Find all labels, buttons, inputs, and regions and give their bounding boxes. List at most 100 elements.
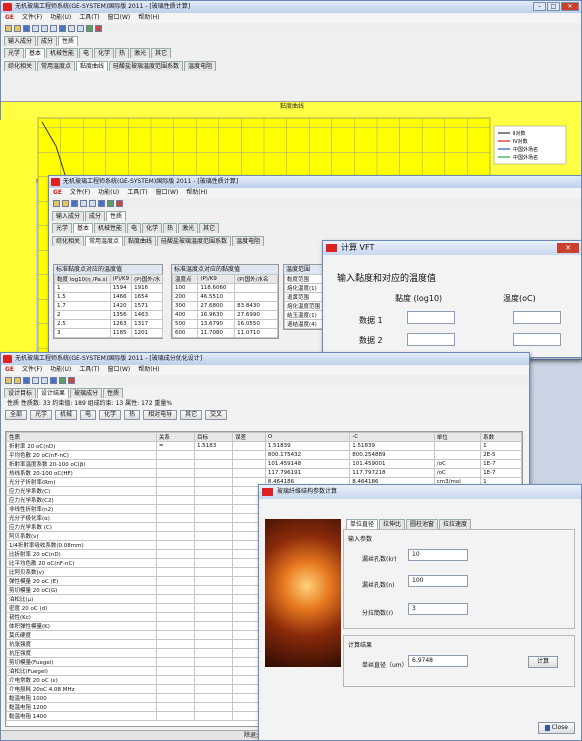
filter-thermal-button[interactable]: 热 <box>124 410 141 420</box>
menu-help[interactable]: 帮助(H) <box>138 365 159 375</box>
menu-help[interactable]: 帮助(H) <box>186 188 207 198</box>
menu-tools[interactable]: 工具(T) <box>79 13 99 23</box>
tab-basic[interactable]: 基本 <box>25 48 46 58</box>
tab-mechanical[interactable]: 机械性能 <box>94 223 127 233</box>
tab-draw-speed[interactable]: 拉拉速度 <box>439 519 472 529</box>
open-folder-icon[interactable] <box>14 377 21 384</box>
filter-chemical-button[interactable]: 化学 <box>99 410 122 420</box>
tab-properties[interactable]: 性质 <box>106 211 127 221</box>
tab-properties[interactable]: 性质 <box>58 36 79 46</box>
column-header[interactable]: 目标 <box>193 432 234 442</box>
menu-function[interactable]: 功能(U) <box>50 13 71 23</box>
tab-chemical[interactable]: 化学 <box>94 48 115 58</box>
holes-kr-input[interactable]: 10 <box>408 549 468 561</box>
tab-input-composition[interactable]: 输入成分 <box>52 211 85 221</box>
menu-file[interactable]: 文件(F) <box>22 13 42 23</box>
tab-thermal[interactable]: 热 <box>115 48 130 58</box>
viscosity-row[interactable]: 1.7 1420 1571 <box>54 301 164 311</box>
column-header[interactable]: 温度点 <box>171 274 199 284</box>
column-header[interactable]: -C <box>349 432 435 442</box>
vft-temperature-2-input[interactable] <box>513 333 561 346</box>
temperature-row[interactable]: 300 27.6800 83.8430 <box>171 301 278 311</box>
column-header[interactable]: 性质 <box>6 432 157 442</box>
close-icon[interactable]: ✕ <box>561 2 579 11</box>
range-row[interactable]: 退结温度(4) <box>283 319 324 329</box>
tab-cylinder-window[interactable]: 圆柱池窗 <box>406 519 439 529</box>
menu-file[interactable]: 文件(F) <box>70 188 90 198</box>
menu-window[interactable]: 窗口(W) <box>108 13 131 23</box>
tab-design-target[interactable]: 设计目标 <box>4 388 37 398</box>
tab-composition[interactable]: 成分 <box>37 36 58 46</box>
menu-tools[interactable]: 工具(T) <box>79 365 99 375</box>
subtab-resistance[interactable]: 温度电阻 <box>232 236 265 246</box>
new-file-icon[interactable] <box>5 25 12 32</box>
tab-optics[interactable]: 光学 <box>52 223 73 233</box>
table-row[interactable]: 折射率 20 oC(nD) = 1.5183 1.51839 1.51839 1 <box>6 441 522 451</box>
filter-optics-button[interactable]: 光学 <box>30 410 53 420</box>
tab-mechanical[interactable]: 机械性能 <box>46 48 79 58</box>
globe-icon[interactable] <box>59 377 66 384</box>
column-header[interactable]: 系数 <box>480 432 522 442</box>
holes-n-input[interactable]: 100 <box>408 575 468 587</box>
vft-temperature-1-input[interactable] <box>513 311 561 324</box>
column-header[interactable]: (P)国外/水 <box>131 274 164 284</box>
tab-properties[interactable]: 性质 <box>103 388 124 398</box>
temperature-row[interactable]: 600 11.7080 11.0710 <box>171 328 278 338</box>
table-row[interactable]: 热线系数 20-100 oC(HF) 117.796191 117.797218/o… <box>6 468 522 478</box>
viscosity-row[interactable]: 2 1356 1463 <box>54 310 164 320</box>
filter-electric-button[interactable]: 电 <box>80 410 97 420</box>
subtab-resistance[interactable]: 温度电阻 <box>184 61 217 71</box>
chart-icon[interactable] <box>59 25 66 32</box>
save-icon[interactable] <box>23 377 30 384</box>
new-file-icon[interactable] <box>5 377 12 384</box>
save-icon[interactable] <box>23 25 30 32</box>
open-folder-icon[interactable] <box>62 200 69 207</box>
tab-optics[interactable]: 光学 <box>4 48 25 58</box>
subtab-temperature-points[interactable]: 常用温度点 <box>85 236 124 246</box>
tab-chemical[interactable]: 化学 <box>142 223 163 233</box>
tab-composition[interactable]: 成分 <box>85 211 106 221</box>
tab-electric[interactable]: 电 <box>79 48 94 58</box>
tab-glass-composition[interactable]: 玻璃成分 <box>70 388 103 398</box>
menu-help[interactable]: 帮助(H) <box>138 13 159 23</box>
close-button[interactable]: Close <box>537 722 575 734</box>
tab-thermal[interactable]: 热 <box>163 223 178 233</box>
search-icon[interactable] <box>32 25 39 32</box>
column-header[interactable]: 黏度 log10(η /Pa.s) <box>54 274 111 284</box>
temperature-row[interactable]: 400 16.9630 27.6990 <box>171 310 278 320</box>
subtab-related[interactable]: 综化相关 <box>4 61 37 71</box>
tab-laser[interactable]: 激光 <box>130 48 151 58</box>
vft-viscosity-1-input[interactable] <box>407 311 455 324</box>
table-row[interactable]: 折射率温度系数 20-100 oC(β) 101.459148 101.459001… <box>6 459 522 469</box>
table-icon[interactable] <box>50 25 57 32</box>
chart-icon[interactable] <box>50 377 57 384</box>
search-icon[interactable] <box>80 200 87 207</box>
subtab-silicate-range[interactable]: 硅酸盐玻璃温度范围系数 <box>157 236 232 246</box>
viscosity-row[interactable]: 1 1594 1916 <box>54 283 164 293</box>
tab-fiber-diameter[interactable]: 单位直径 <box>346 519 379 529</box>
sound-icon[interactable] <box>95 25 102 32</box>
range-row[interactable]: 熔化温度范围 <box>283 301 324 311</box>
tab-other[interactable]: 其它 <box>151 48 172 58</box>
column-header[interactable]: 单位 <box>433 432 482 442</box>
filter-conductance-button[interactable]: 相对电导 <box>143 410 178 420</box>
tab-draw-ratio[interactable]: 拉伸比 <box>379 519 406 529</box>
filter-mechanical-button[interactable]: 机械 <box>55 410 78 420</box>
table-icon[interactable] <box>41 377 48 384</box>
viscosity-row[interactable]: 3 1185 1201 <box>54 328 164 338</box>
tab-input-composition[interactable]: 输入成分 <box>4 36 37 46</box>
menu-window[interactable]: 窗口(W) <box>108 365 131 375</box>
column-header[interactable]: (P)国外/水名 <box>234 274 278 284</box>
temperature-row[interactable]: 100 118.6060 <box>171 283 278 293</box>
globe-icon[interactable] <box>86 25 93 32</box>
column-header[interactable]: 误差 <box>232 432 266 442</box>
subtab-viscosity-curve[interactable]: 黏度曲线 <box>76 61 109 71</box>
filter-all-button[interactable]: 全部 <box>5 410 28 420</box>
tab-electric[interactable]: 电 <box>127 223 142 233</box>
temperature-row[interactable]: 200 46.5510 <box>171 292 278 302</box>
tab-design-result[interactable]: 设计结果 <box>37 388 70 398</box>
viscosity-row[interactable]: 2.5 1263 1317 <box>54 319 164 329</box>
calculator-icon[interactable] <box>77 25 84 32</box>
temperature-row[interactable]: 500 13.6790 16.0550 <box>171 319 278 329</box>
viscosity-row[interactable]: 1.5 1466 1654 <box>54 292 164 302</box>
